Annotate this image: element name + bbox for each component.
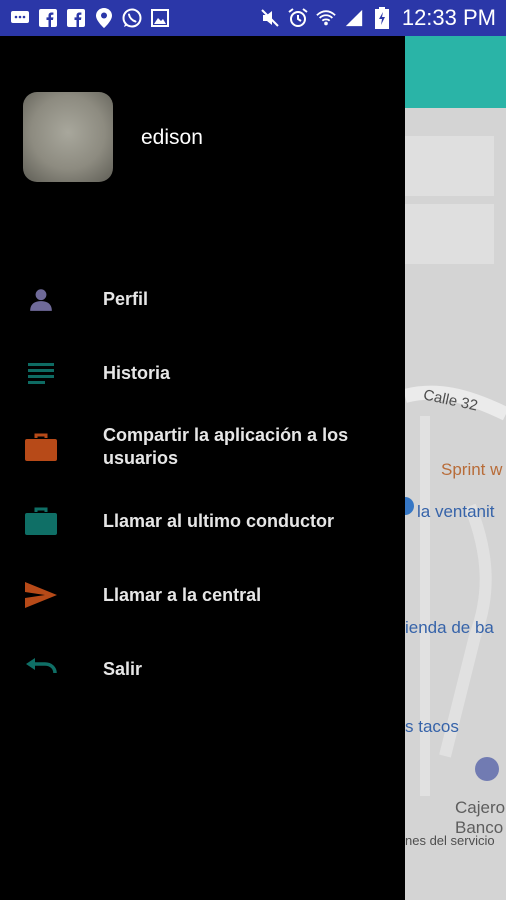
menu-item-label: Salir [103, 658, 143, 679]
menu-item-label: Perfil [103, 288, 149, 309]
avatar[interactable] [23, 92, 113, 182]
menu-item-compartir[interactable]: Compartir la aplicación a los usuarios [0, 410, 405, 484]
location-pin-icon [94, 8, 114, 28]
briefcase-icon [24, 432, 58, 462]
person-icon [24, 284, 58, 314]
send-icon [24, 580, 58, 610]
wifi-icon [316, 8, 336, 28]
message-icon [10, 8, 30, 28]
clock-time: 12:33 PM [401, 5, 496, 30]
undo-icon [24, 654, 58, 684]
signal-icon [344, 8, 364, 28]
menu-item-label: Compartir la aplicación a los usuarios [103, 425, 349, 468]
system-icons: 12:33 PM [260, 5, 496, 31]
menu-item-salir[interactable]: Salir [0, 632, 405, 706]
alarm-icon [288, 8, 308, 28]
facebook-icon [66, 8, 86, 28]
drawer-menu: Perfil Historia Compartir la aplicación … [0, 262, 405, 706]
navigation-drawer: edison Perfil Historia Compartir la apli… [0, 36, 405, 900]
menu-item-perfil[interactable]: Perfil [0, 262, 405, 336]
username: edison [141, 126, 203, 149]
list-icon [24, 358, 58, 388]
menu-item-historia[interactable]: Historia [0, 336, 405, 410]
menu-item-label: Historia [103, 362, 171, 383]
briefcase-icon [24, 506, 58, 536]
notification-icons [10, 8, 170, 28]
status-bar: 12:33 PM [0, 0, 506, 36]
battery-charging-icon [372, 7, 392, 29]
drawer-scrim[interactable] [405, 36, 506, 900]
menu-item-llamar-central[interactable]: Llamar a la central [0, 558, 405, 632]
facebook-icon [38, 8, 58, 28]
whatsapp-icon [122, 8, 142, 28]
image-icon [150, 8, 170, 28]
menu-item-llamar-conductor[interactable]: Llamar al ultimo conductor [0, 484, 405, 558]
mute-icon [260, 8, 280, 28]
menu-item-label: Llamar a la central [103, 584, 262, 605]
menu-item-label: Llamar al ultimo conductor [103, 510, 335, 531]
